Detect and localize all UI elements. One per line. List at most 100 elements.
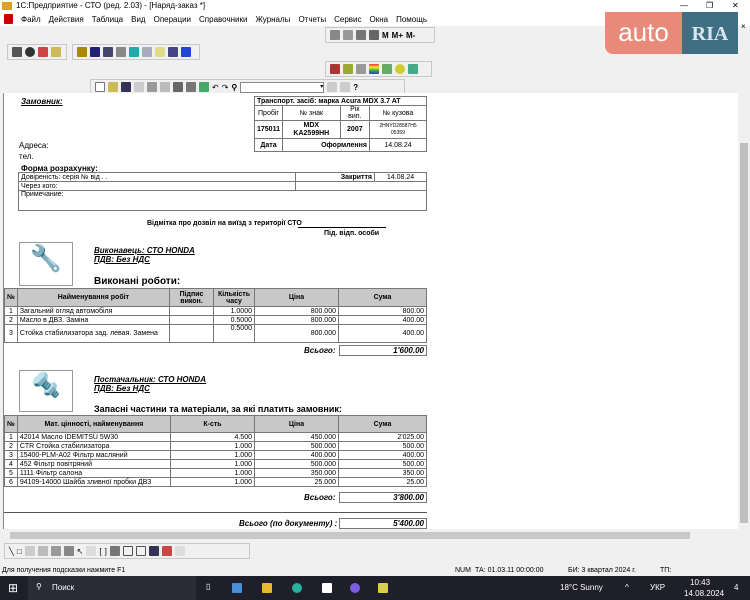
- find-next-icon[interactable]: [327, 82, 338, 92]
- horizontal-scrollbar[interactable]: [0, 530, 738, 541]
- group-icon[interactable]: [86, 546, 97, 556]
- vertical-scrollbar[interactable]: [738, 93, 750, 529]
- bracket-close-icon[interactable]: ]: [105, 547, 107, 556]
- table-cell: [169, 324, 214, 343]
- preview-icon[interactable]: [186, 82, 196, 92]
- calendar-icon[interactable]: [343, 30, 353, 40]
- close-button[interactable]: ✕: [732, 0, 739, 12]
- user-icon[interactable]: [382, 64, 392, 74]
- clock-date[interactable]: 14.08.2024: [684, 589, 724, 598]
- menu-windows[interactable]: Окна: [370, 15, 389, 24]
- table-icon[interactable]: [356, 64, 366, 74]
- red-tool-icon[interactable]: [330, 64, 340, 74]
- chart-icon[interactable]: [38, 47, 48, 57]
- registration-label: Оформлення: [281, 138, 370, 152]
- mplus-button[interactable]: M+: [392, 31, 403, 40]
- grid-lines-icon[interactable]: [122, 546, 133, 556]
- section-icon[interactable]: [109, 546, 120, 556]
- maximize-button[interactable]: ❐: [706, 0, 713, 12]
- weather[interactable]: 18°C Sunny: [560, 583, 603, 592]
- table-cell: 400.00: [338, 450, 427, 460]
- close-child-button[interactable]: ×: [741, 22, 746, 31]
- globe-icon[interactable]: [25, 47, 35, 57]
- binoculars-icon[interactable]: ⚲: [231, 83, 237, 92]
- find-icon[interactable]: [129, 47, 139, 57]
- find-prev-icon[interactable]: [340, 82, 351, 92]
- flag-icon[interactable]: [356, 30, 366, 40]
- store-icon[interactable]: [232, 583, 242, 593]
- minimize-button[interactable]: —: [680, 0, 688, 12]
- table-cell: 1: [4, 306, 18, 316]
- copy-icon[interactable]: [147, 82, 157, 92]
- menu-actions[interactable]: Действия: [49, 15, 84, 24]
- language[interactable]: УКР: [650, 583, 665, 592]
- menu-file[interactable]: Файл: [21, 15, 41, 24]
- window-icon[interactable]: [148, 546, 159, 556]
- info-icon[interactable]: [395, 64, 405, 74]
- mminus-button[interactable]: M-: [406, 31, 415, 40]
- taskbar-search[interactable]: ⚲ Поиск: [28, 576, 196, 600]
- menu-journals[interactable]: Журналы: [255, 15, 290, 24]
- viber-icon[interactable]: [350, 583, 360, 593]
- format-icon[interactable]: [174, 546, 185, 556]
- headers-icon[interactable]: [135, 546, 146, 556]
- grid-icon[interactable]: [168, 47, 178, 57]
- car-icon[interactable]: [181, 47, 191, 57]
- menu-reports[interactable]: Отчеты: [298, 15, 326, 24]
- new-icon[interactable]: [95, 82, 105, 92]
- notepad-icon[interactable]: [322, 583, 332, 593]
- doc-icon[interactable]: [4, 14, 13, 24]
- zoom-icon[interactable]: [408, 64, 418, 74]
- search-combo[interactable]: ▾: [240, 81, 325, 93]
- menu-help[interactable]: Помощь: [396, 15, 427, 24]
- cut-icon[interactable]: [134, 82, 144, 92]
- list-icon[interactable]: [142, 47, 152, 57]
- table-cell: 450.000: [254, 432, 339, 442]
- menu-table[interactable]: Таблица: [92, 15, 123, 24]
- notifications-badge[interactable]: 4: [734, 583, 738, 592]
- help-icon[interactable]: ?: [353, 83, 358, 92]
- minus-icon[interactable]: [116, 47, 126, 57]
- power-of-attorney: Довіреність: серія № від . .: [18, 172, 296, 182]
- menu-service[interactable]: Сервис: [334, 15, 361, 24]
- pointer-icon[interactable]: ↖: [77, 547, 84, 556]
- journal-icon[interactable]: [77, 47, 87, 57]
- line-icon[interactable]: ╲: [9, 547, 14, 556]
- print-icon[interactable]: [173, 82, 183, 92]
- save-icon[interactable]: [121, 82, 131, 92]
- calc-icon[interactable]: [330, 30, 340, 40]
- text-icon[interactable]: [24, 546, 35, 556]
- explorer-icon[interactable]: [262, 583, 272, 593]
- plus-icon[interactable]: [103, 47, 113, 57]
- font-icon[interactable]: [161, 546, 172, 556]
- task-view-icon[interactable]: ▯: [206, 582, 210, 591]
- folder-icon[interactable]: [51, 47, 61, 57]
- 1c-app-icon[interactable]: [378, 583, 388, 593]
- note-icon[interactable]: [155, 47, 165, 57]
- table-row: 5 1111 Фільтр салона 1.000 350.000 350.00: [4, 468, 427, 478]
- redo-icon[interactable]: ↷: [222, 83, 229, 92]
- menu-references[interactable]: Справочники: [199, 15, 247, 24]
- tray-chevron-icon[interactable]: ^: [625, 583, 629, 592]
- book-icon[interactable]: [369, 30, 379, 40]
- rect-icon[interactable]: □: [17, 547, 22, 556]
- picture-icon[interactable]: [37, 546, 48, 556]
- form-icon[interactable]: [199, 82, 209, 92]
- chart-tool-icon[interactable]: [63, 546, 74, 556]
- edge-icon[interactable]: [292, 583, 302, 593]
- clock-time[interactable]: 10:43: [690, 578, 710, 587]
- paste-icon[interactable]: [160, 82, 170, 92]
- menu-view[interactable]: Вид: [131, 15, 145, 24]
- tool-icon[interactable]: [12, 47, 22, 57]
- table-cell: [169, 315, 214, 325]
- windows-start-icon[interactable]: ⊞: [8, 581, 18, 595]
- ole-icon[interactable]: [50, 546, 61, 556]
- menu-operations[interactable]: Операции: [154, 15, 191, 24]
- rainbow-icon[interactable]: [369, 64, 379, 74]
- house-icon[interactable]: [343, 64, 353, 74]
- bracket-open-icon[interactable]: [: [99, 547, 101, 556]
- undo-icon[interactable]: ↶: [212, 83, 219, 92]
- open-icon[interactable]: [108, 82, 118, 92]
- m-button[interactable]: M: [382, 31, 389, 40]
- cube-icon[interactable]: [90, 47, 100, 57]
